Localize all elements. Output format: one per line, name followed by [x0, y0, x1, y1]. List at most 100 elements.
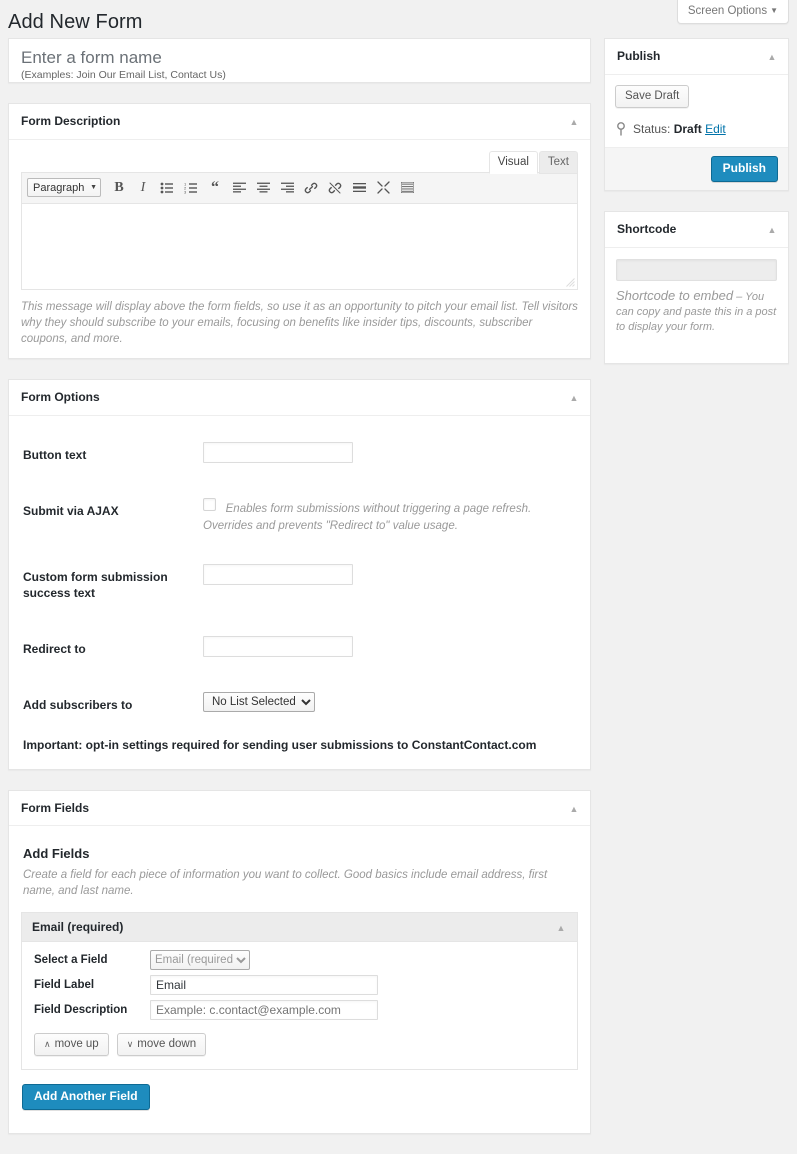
form-name-placeholder: Enter a form name — [21, 48, 162, 67]
resize-grip-icon[interactable] — [566, 277, 575, 287]
editor-toolbar: Paragraph ▼ B I 123 “ — [22, 172, 577, 204]
form-description-help-text: This message will display above the form… — [21, 300, 578, 345]
format-select[interactable]: Paragraph ▼ — [27, 178, 101, 198]
form-description-panel-header[interactable]: Form Description ▲ — [9, 104, 590, 140]
editor-content-area[interactable] — [22, 203, 577, 289]
table-row: Button text — [21, 427, 578, 483]
form-options-body: Button text Submit via AJAX Enables form… — [9, 416, 590, 769]
shortcode-panel-title: Shortcode — [617, 221, 677, 236]
field-move-buttons: ∧ move up ∨ move down — [34, 1033, 565, 1057]
shortcode-panel-body: Shortcode to embed – You can copy and pa… — [605, 248, 788, 363]
tab-visual[interactable]: Visual — [488, 150, 538, 174]
select-a-field-label: Select a Field — [34, 954, 108, 967]
table-row: Redirect to — [21, 621, 578, 677]
publish-panel-title: Publish — [617, 49, 661, 63]
chevron-down-icon: ▼ — [90, 184, 97, 192]
bulleted-list-icon[interactable] — [157, 178, 177, 198]
unlink-icon[interactable] — [325, 178, 345, 198]
align-right-icon[interactable] — [277, 178, 297, 198]
form-fields-panel-header[interactable]: Form Fields ▲ — [9, 791, 590, 827]
collapse-toggle-icon[interactable]: ▲ — [766, 51, 778, 63]
select-a-field-select[interactable]: Email (required) — [150, 950, 250, 971]
bold-icon[interactable]: B — [109, 178, 129, 198]
format-select-value: Paragraph — [33, 181, 85, 194]
field-group-header[interactable]: Email (required) ▲ — [22, 913, 577, 943]
numbered-list-icon[interactable]: 123 — [181, 178, 201, 198]
align-center-icon[interactable] — [253, 178, 273, 198]
editor-container: Paragraph ▼ B I 123 “ — [21, 171, 578, 290]
success-text-label: Custom form submission success text — [23, 569, 168, 600]
table-row: Custom form submission success text — [21, 549, 578, 621]
field-description-input[interactable] — [150, 1000, 378, 1021]
form-fields-panel-title: Form Fields — [21, 800, 90, 815]
add-subscribers-select[interactable]: No List Selected — [203, 692, 315, 713]
field-description-label: Field Description — [34, 1004, 128, 1017]
collapse-toggle-icon[interactable]: ▲ — [555, 922, 567, 934]
add-fields-title: Add Fields — [23, 846, 90, 862]
sidebar-column: Publish ▲ Save Draft Status: Draft Edit … — [604, 38, 789, 384]
form-name-input[interactable]: Enter a form name (Examples: Join Our Em… — [8, 38, 591, 83]
submit-via-ajax-checkbox[interactable] — [203, 497, 216, 511]
success-text-input[interactable] — [203, 563, 353, 585]
table-row: Add subscribers to No List Selected — [21, 677, 578, 733]
svg-text:3: 3 — [184, 189, 187, 193]
shortcode-description-lead: Shortcode to embed — [616, 287, 734, 303]
blockquote-icon[interactable]: “ — [205, 178, 225, 198]
kitchen-sink-icon[interactable] — [397, 178, 417, 198]
save-draft-button[interactable]: Save Draft — [615, 84, 690, 108]
form-description-body: Visual Text Paragraph ▼ B I 123 “ This m… — [9, 140, 590, 358]
submit-via-ajax-label: Submit via AJAX — [23, 503, 119, 518]
status-label: Status: — [633, 121, 671, 136]
shortcode-description: Shortcode to embed – You can copy and pa… — [616, 288, 777, 335]
field-label-row: Field Label — [34, 975, 565, 996]
button-text-input[interactable] — [203, 441, 353, 463]
form-options-panel-title: Form Options — [21, 389, 100, 404]
insert-read-more-icon[interactable] — [349, 178, 369, 198]
collapse-toggle-icon[interactable]: ▲ — [766, 224, 778, 236]
add-subscribers-label: Add subscribers to — [23, 698, 133, 713]
field-description-row: Field Description — [34, 1000, 565, 1021]
form-fields-body: Add Fields Create a field for each piece… — [9, 826, 590, 1133]
field-label-input[interactable] — [150, 975, 378, 996]
form-options-panel: Form Options ▲ Button text Submit via AJ… — [8, 378, 591, 770]
select-a-field-row: Select a Field Email (required) — [34, 950, 565, 971]
publish-panel-body: Save Draft — [605, 75, 788, 118]
move-down-button[interactable]: ∨ move down — [116, 1033, 207, 1057]
chevron-down-icon: ∨ — [126, 1039, 134, 1050]
collapse-toggle-icon[interactable]: ▲ — [568, 116, 580, 128]
status-badge: Draft — [673, 121, 702, 136]
redirect-to-input[interactable] — [203, 636, 353, 658]
shortcode-panel: Shortcode ▲ Shortcode to embed – You can… — [604, 210, 789, 364]
publish-actions: Publish — [605, 146, 788, 190]
screen-options-toggle[interactable]: Screen Options ▼ — [676, 0, 789, 24]
edit-status-link[interactable]: Edit — [705, 122, 726, 136]
move-up-label: move up — [54, 1038, 99, 1051]
link-icon[interactable] — [301, 178, 321, 198]
form-options-panel-header[interactable]: Form Options ▲ — [9, 380, 590, 416]
form-options-table: Button text Submit via AJAX Enables form… — [21, 427, 578, 734]
field-group-title: Email (required) — [32, 920, 124, 935]
publish-panel: Publish ▲ Save Draft Status: Draft Edit … — [604, 38, 789, 191]
publish-button[interactable]: Publish — [710, 155, 778, 182]
italic-icon[interactable]: I — [133, 178, 153, 198]
editor-mode-tabs: Visual Text — [21, 150, 578, 174]
move-up-button[interactable]: ∧ move up — [34, 1033, 109, 1057]
page-title: Add New Form — [8, 11, 143, 33]
field-group-email: Email (required) ▲ Select a Field Email … — [21, 912, 578, 1071]
tab-text[interactable]: Text — [538, 150, 578, 174]
screen-options-label: Screen Options — [687, 5, 768, 17]
align-left-icon[interactable] — [229, 178, 249, 198]
add-fields-description: Create a field for each piece of informa… — [23, 869, 548, 898]
fullscreen-icon[interactable] — [373, 178, 393, 198]
collapse-toggle-icon[interactable]: ▲ — [568, 392, 580, 404]
add-another-field-wrap: Add Another Field — [21, 1082, 578, 1122]
form-description-panel-title: Form Description — [21, 114, 121, 128]
field-label-label: Field Label — [34, 979, 95, 992]
collapse-toggle-icon[interactable]: ▲ — [568, 803, 580, 815]
shortcode-input[interactable] — [616, 258, 777, 281]
shortcode-panel-header[interactable]: Shortcode ▲ — [605, 212, 788, 248]
submit-via-ajax-description: Enables form submissions without trigger… — [203, 502, 532, 532]
publish-panel-header[interactable]: Publish ▲ — [605, 39, 788, 75]
add-another-field-button[interactable]: Add Another Field — [22, 1084, 150, 1111]
button-text-label: Button text — [23, 447, 87, 462]
